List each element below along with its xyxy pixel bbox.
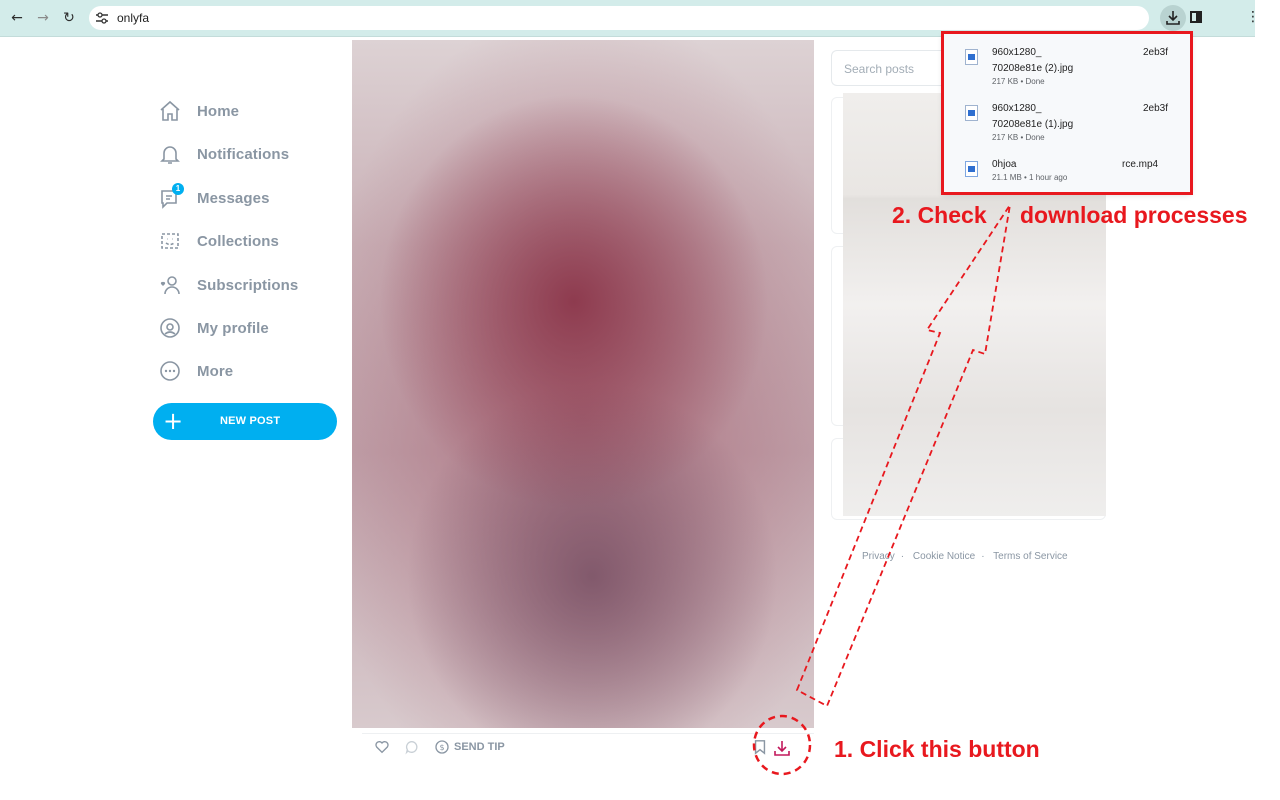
nav-label: My profile: [197, 319, 269, 337]
nav-label: Subscriptions: [197, 276, 299, 294]
download-icon[interactable]: [1160, 5, 1186, 31]
url-text: onlyfa: [117, 11, 150, 25]
search-posts-input[interactable]: Search posts: [831, 50, 943, 86]
nav-label: More: [197, 362, 234, 380]
reload-icon[interactable]: ↻: [60, 9, 78, 27]
address-bar[interactable]: onlyfa: [89, 6, 1149, 30]
plus-icon: +: [163, 407, 184, 435]
bell-icon: [160, 146, 180, 164]
site-info-icon[interactable]: [94, 10, 110, 26]
search-placeholder: Search posts: [844, 62, 915, 76]
annotation-step2-detail: download processes: [1020, 202, 1248, 228]
downloads-highlight-box: [941, 31, 1193, 195]
annotation-step1: 1. Click this button: [834, 736, 1040, 762]
nav-item-collections[interactable]: Collections: [158, 227, 279, 255]
nav-item-subscriptions[interactable]: Subscriptions: [158, 271, 298, 299]
more-icon: [160, 361, 180, 381]
menu-icon[interactable]: ⋮: [1246, 9, 1260, 25]
side-panel-icon[interactable]: [1190, 11, 1202, 23]
nav-label: Collections: [197, 232, 279, 250]
new-post-button[interactable]: + NEW POST: [153, 403, 337, 440]
home-icon: [160, 100, 180, 121]
tip-icon[interactable]: $: [434, 739, 450, 755]
comment-icon[interactable]: [404, 739, 420, 755]
cookie-notice-link[interactable]: Cookie Notice: [913, 551, 975, 562]
nav-item-more[interactable]: More: [158, 357, 233, 385]
nav-label: Notifications: [197, 145, 290, 163]
nav-item-home[interactable]: Home: [158, 97, 239, 125]
heart-icon[interactable]: [374, 739, 390, 755]
post-media[interactable]: [352, 40, 814, 728]
arrow-left-icon[interactable]: ←: [8, 9, 26, 27]
nav-item-my-profile[interactable]: My profile: [158, 314, 269, 342]
bookmark-icon[interactable]: [753, 739, 767, 755]
arrow-right-icon[interactable]: →: [34, 9, 52, 27]
nav-item-notifications[interactable]: Notifications: [158, 140, 289, 168]
subscriptions-icon: [160, 276, 180, 295]
message-icon: 1: [158, 183, 184, 210]
collections-icon: [161, 233, 179, 249]
nav-label: Home: [197, 102, 240, 120]
svg-text:$: $: [439, 743, 444, 752]
terms-link[interactable]: Terms of Service: [993, 551, 1067, 562]
nav-item-messages[interactable]: 1 Messages: [158, 183, 270, 212]
download-icon[interactable]: [772, 739, 792, 757]
nav-label: Messages: [197, 189, 270, 207]
unread-badge: 1: [172, 183, 184, 195]
new-post-label: NEW POST: [220, 415, 281, 427]
annotation-step2: 2. Check: [892, 202, 987, 228]
privacy-link[interactable]: Privacy: [862, 551, 895, 562]
send-tip-button[interactable]: SEND TIP: [454, 741, 505, 753]
post-actions-bar: $ SEND TIP: [362, 733, 814, 761]
profile-icon: [160, 318, 180, 338]
footer-links: Privacy · Cookie Notice · Terms of Service: [862, 551, 1068, 562]
